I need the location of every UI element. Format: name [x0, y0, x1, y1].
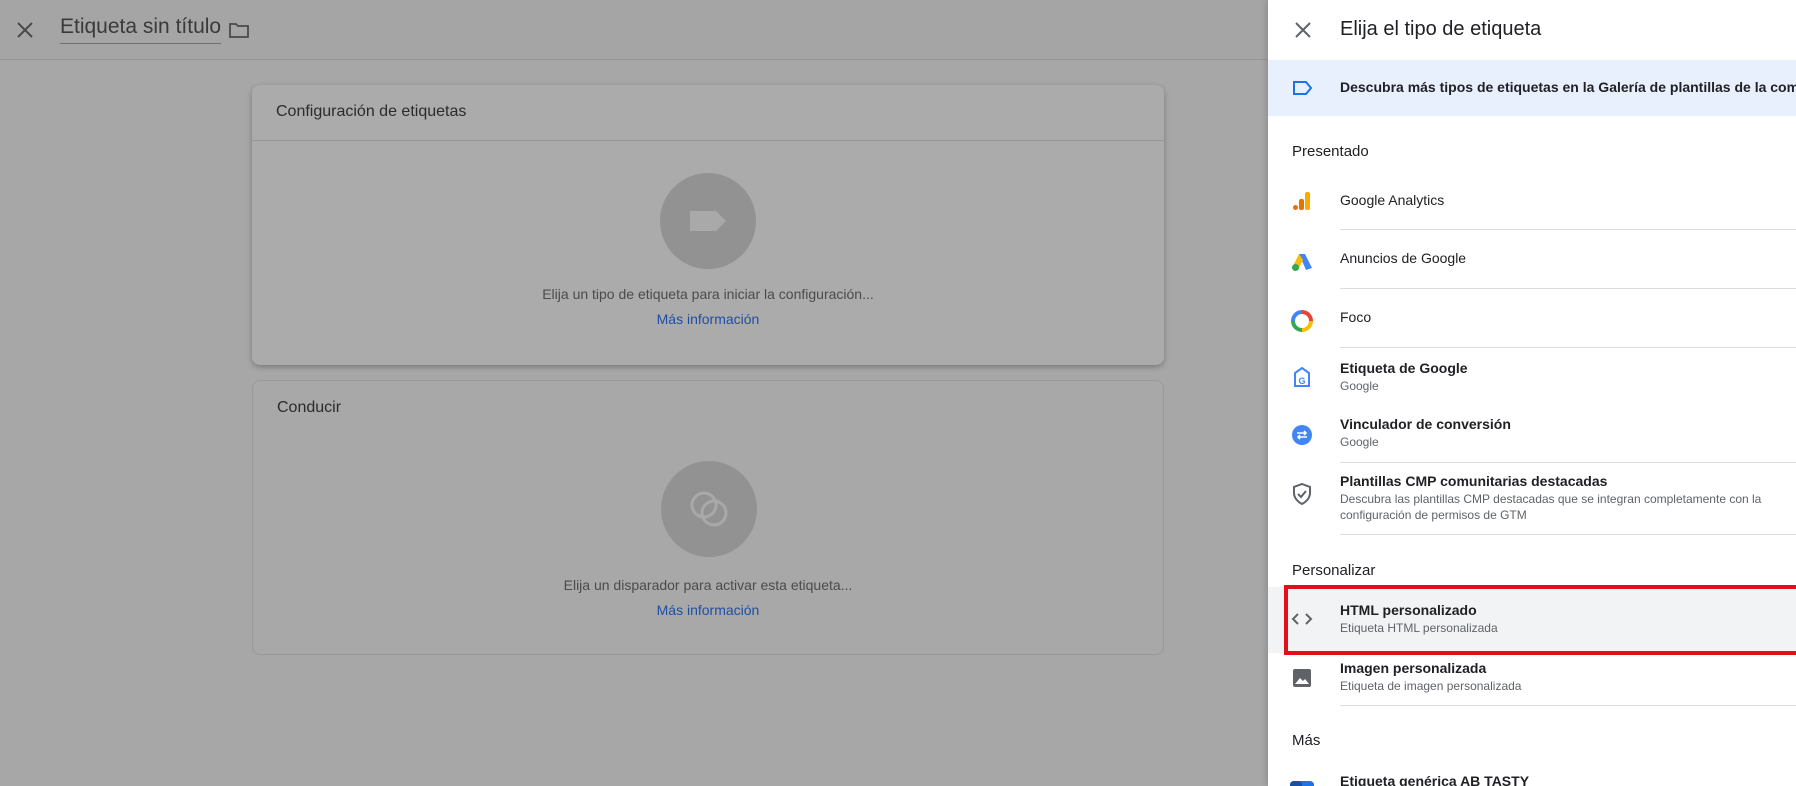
panel-header: Elija el tipo de etiqueta — [1268, 0, 1796, 60]
tag-type-google-analytics[interactable]: Google Analytics — [1268, 172, 1796, 230]
tag-type-conversion-linker[interactable]: Vinculador de conversión Google — [1268, 406, 1796, 463]
tag-type-cmp-templates[interactable]: Plantillas CMP comunitarias destacadas D… — [1268, 463, 1796, 535]
trigger-placeholder-icon[interactable] — [661, 461, 757, 557]
section-featured: Presentado — [1292, 143, 1369, 160]
tag-type-vendor: Google — [1340, 435, 1379, 449]
tag-type-floodlight[interactable]: Foco — [1268, 289, 1796, 348]
tag-type-name: Vinculador de conversión — [1340, 416, 1511, 432]
google-ads-icon — [1290, 250, 1314, 274]
divider — [1340, 534, 1796, 535]
tag-type-description: Etiqueta de imagen personalizada — [1340, 679, 1522, 693]
tag-placeholder-icon[interactable] — [660, 173, 756, 269]
close-editor-icon[interactable] — [12, 17, 38, 43]
tag-type-panel: Elija el tipo de etiqueta Descubra más t… — [1268, 0, 1796, 786]
tag-type-name: Imagen personalizada — [1340, 660, 1487, 676]
ab-tasty-icon — [1290, 779, 1314, 786]
tag-outline-icon — [1292, 78, 1314, 98]
tag-configuration-title: Configuración de etiquetas — [276, 103, 467, 120]
tag-type-name: Etiqueta genérica AB TASTY — [1340, 773, 1530, 786]
section-more: Más — [1292, 732, 1321, 749]
tag-more-info-link[interactable]: Más información — [252, 311, 1164, 327]
panel-title: Elija el tipo de etiqueta — [1340, 18, 1542, 40]
tag-type-google-tag[interactable]: G Etiqueta de Google Google — [1268, 348, 1796, 406]
triggering-card[interactable]: Conducir Elija un disparador para activa… — [252, 380, 1164, 655]
conversion-linker-icon — [1290, 423, 1314, 447]
tag-type-description: Descubra las plantillas CMP destacadas q… — [1340, 492, 1762, 522]
divider — [252, 140, 1164, 141]
divider — [1340, 705, 1796, 706]
editor-topbar: Etiqueta sin título — [0, 0, 1268, 60]
tag-name[interactable]: Etiqueta sin título — [60, 15, 222, 44]
triggering-hint: Elija un disparador para activar esta et… — [563, 577, 853, 593]
folder-icon[interactable] — [227, 18, 251, 42]
tag-type-ab-tasty[interactable]: Etiqueta genérica AB TASTY — [1268, 765, 1796, 786]
tag-type-google-ads[interactable]: Anuncios de Google — [1268, 230, 1796, 289]
svg-text:G: G — [1298, 376, 1305, 386]
section-custom: Personalizar — [1292, 562, 1376, 579]
google-analytics-icon — [1290, 189, 1314, 213]
shield-check-icon — [1290, 482, 1314, 506]
tag-type-name: Google Analytics — [1340, 192, 1445, 208]
floodlight-icon — [1290, 309, 1314, 333]
google-tag-icon: G — [1290, 366, 1314, 390]
tag-configuration-card[interactable]: Configuración de etiquetas Elija un tipo… — [252, 85, 1164, 365]
community-gallery-banner[interactable]: Descubra más tipos de etiquetas en la Ga… — [1268, 60, 1796, 116]
image-icon — [1290, 666, 1314, 690]
close-panel-icon[interactable] — [1290, 17, 1316, 43]
tag-type-name: Etiqueta de Google — [1340, 360, 1468, 376]
tag-type-name: Anuncios de Google — [1340, 250, 1467, 266]
trigger-more-info-link[interactable]: Más información — [253, 602, 1163, 618]
tag-configuration-hint: Elija un tipo de etiqueta para iniciar l… — [542, 286, 874, 302]
tag-type-name: Plantillas CMP comunitarias destacadas — [1340, 473, 1608, 489]
community-gallery-link[interactable]: Descubra más tipos de etiquetas en la Ga… — [1340, 79, 1796, 95]
highlight-box — [1284, 585, 1796, 655]
tag-type-custom-image[interactable]: Imagen personalizada Etiqueta de imagen … — [1268, 653, 1796, 706]
tag-type-name: Foco — [1340, 309, 1372, 325]
tag-type-vendor: Google — [1340, 379, 1379, 393]
triggering-title: Conducir — [277, 399, 342, 416]
